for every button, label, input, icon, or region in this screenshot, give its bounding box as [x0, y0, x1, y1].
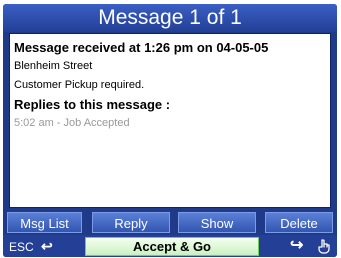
show-button[interactable]: Show	[178, 212, 256, 233]
message-panel: Message received at 1:26 pm on 04-05-05 …	[9, 33, 331, 208]
message-street: Blenheim Street	[14, 60, 93, 72]
accept-and-go-button[interactable]: Accept & Go	[85, 237, 259, 256]
device-frame: Message 1 of 1 Message received at 1:26 …	[3, 4, 337, 257]
return-arrow-icon: ↩	[41, 238, 53, 254]
reply-item: 5:02 am - Job Accepted	[14, 117, 130, 129]
bottom-bar: ESC ↩ Accept & Go ↪	[3, 235, 337, 257]
delete-button[interactable]: Delete	[265, 212, 333, 233]
reply-button[interactable]: Reply	[92, 212, 170, 233]
message-received-line: Message received at 1:26 pm on 04-05-05	[14, 40, 269, 55]
softkey-row: Msg List Reply Show Delete	[3, 212, 337, 233]
page-title: Message 1 of 1	[98, 6, 242, 29]
msg-list-button[interactable]: Msg List	[7, 212, 82, 233]
replies-heading: Replies to this message :	[14, 97, 171, 112]
message-note: Customer Pickup required.	[14, 79, 145, 91]
pointing-hand-icon[interactable]	[317, 239, 331, 254]
esc-button[interactable]: ESC ↩	[9, 235, 53, 257]
esc-label: ESC	[9, 240, 34, 254]
forward-arrow-icon[interactable]: ↪	[290, 235, 303, 257]
title-bar: Message 1 of 1	[3, 4, 337, 32]
